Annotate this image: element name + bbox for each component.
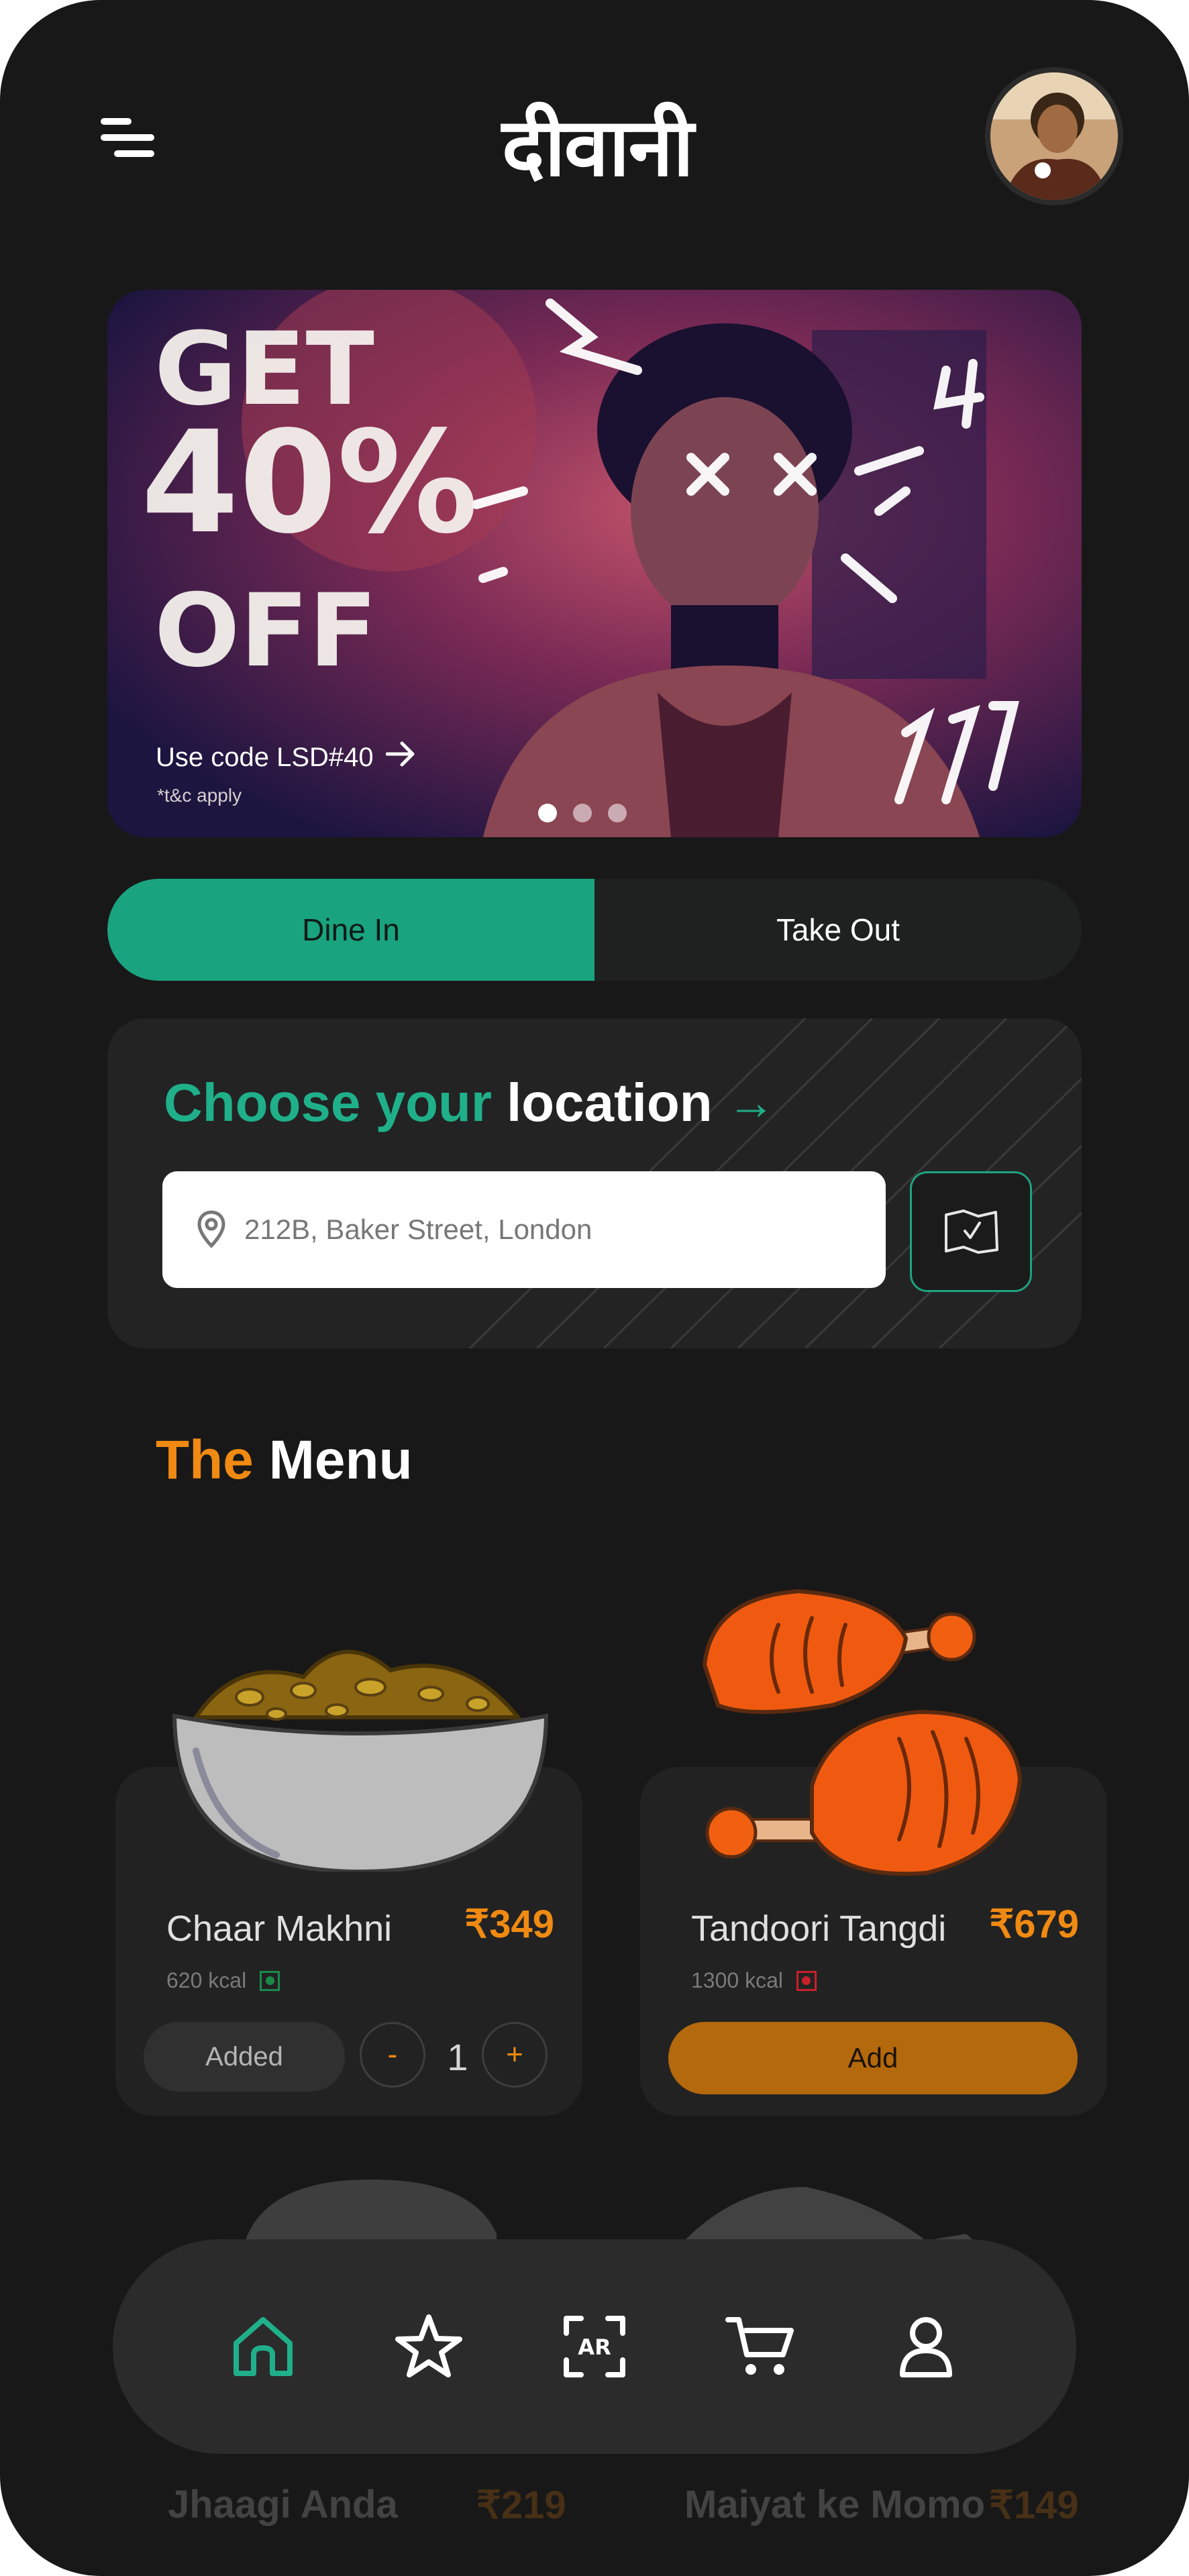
ar-icon[interactable]: AR xyxy=(551,2303,638,2390)
item-kcal-text: 1300 kcal xyxy=(691,1968,783,1992)
item-name: Tandoori Tangdi xyxy=(691,1909,947,1949)
item-name: Maiyat ke Momo xyxy=(684,2483,985,2526)
home-icon[interactable] xyxy=(219,2303,307,2390)
item-price: ₹349 xyxy=(464,1902,554,1946)
svg-text:OFF: OFF xyxy=(154,573,377,690)
item-price: ₹679 xyxy=(989,1902,1079,1946)
carousel-dot[interactable] xyxy=(538,804,557,822)
veg-icon xyxy=(260,1970,280,1991)
item-kcal-text: 620 kcal xyxy=(166,1968,247,1992)
profile-avatar[interactable] xyxy=(985,67,1123,205)
hamburger-icon[interactable] xyxy=(94,114,161,168)
curry-bowl-image xyxy=(169,1617,552,1875)
item-name: Jhaagi Anda xyxy=(168,2483,398,2526)
carousel-dot[interactable] xyxy=(573,804,592,822)
chicken-legs-image xyxy=(698,1585,1033,1883)
location-card: Choose your location → xyxy=(107,1018,1082,1348)
location-title-part2: location xyxy=(506,1073,713,1132)
profile-icon[interactable] xyxy=(882,2303,970,2390)
carousel-dots xyxy=(538,804,627,822)
location-field[interactable] xyxy=(162,1171,886,1288)
item-price: ₹149 xyxy=(989,2483,1079,2527)
arrow-right-icon[interactable]: → xyxy=(727,1075,776,1130)
increase-qty-button[interactable]: + xyxy=(482,2022,548,2088)
add-button[interactable]: Add xyxy=(668,2022,1078,2094)
item-price: ₹219 xyxy=(476,2483,566,2527)
decrease-qty-button[interactable]: - xyxy=(360,2022,425,2088)
location-title: Choose your location → xyxy=(164,1072,776,1134)
location-pin-icon xyxy=(196,1210,227,1250)
menu-heading: The Menu xyxy=(156,1429,413,1492)
ar-label: AR xyxy=(578,2334,611,2360)
location-input[interactable] xyxy=(243,1213,849,1246)
arrow-right-icon xyxy=(385,741,417,774)
order-mode-toggle: Dine In Take Out xyxy=(107,879,1082,981)
menu-heading-part1: The xyxy=(156,1430,254,1491)
item-name: Chaar Makhni xyxy=(166,1909,393,1949)
item-calories: 620 kcal xyxy=(166,1968,280,1993)
dine-in-option[interactable]: Dine In xyxy=(107,879,594,981)
cart-icon[interactable] xyxy=(717,2303,804,2390)
map-check-icon[interactable] xyxy=(910,1171,1032,1292)
quantity-value: 1 xyxy=(447,2035,468,2078)
svg-text:40%: 40% xyxy=(141,400,478,565)
location-title-part1: Choose your xyxy=(164,1073,492,1132)
promo-code[interactable]: Use code LSD#40 xyxy=(156,741,417,774)
promo-banner[interactable]: GET 40% OFF Use code LSD#40 *t&c apply xyxy=(107,290,1082,837)
promo-code-text: Use code LSD#40 xyxy=(156,742,374,772)
non-veg-icon xyxy=(796,1970,817,1991)
star-icon[interactable] xyxy=(385,2303,472,2390)
menu-heading-part2: Menu xyxy=(268,1430,413,1491)
bottom-navigation: AR xyxy=(113,2239,1076,2454)
take-out-option[interactable]: Take Out xyxy=(594,879,1082,981)
item-calories: 1300 kcal xyxy=(691,1968,817,1993)
app-screen: दीवानी GET 40% OFF Use code LSD#40 *t&c … xyxy=(0,0,1189,2576)
added-button[interactable]: Added xyxy=(144,2022,345,2092)
promo-terms: *t&c apply xyxy=(157,785,242,806)
carousel-dot[interactable] xyxy=(608,804,627,822)
app-logo: दीवानी xyxy=(501,101,694,195)
top-bar: दीवानी xyxy=(0,60,1189,205)
